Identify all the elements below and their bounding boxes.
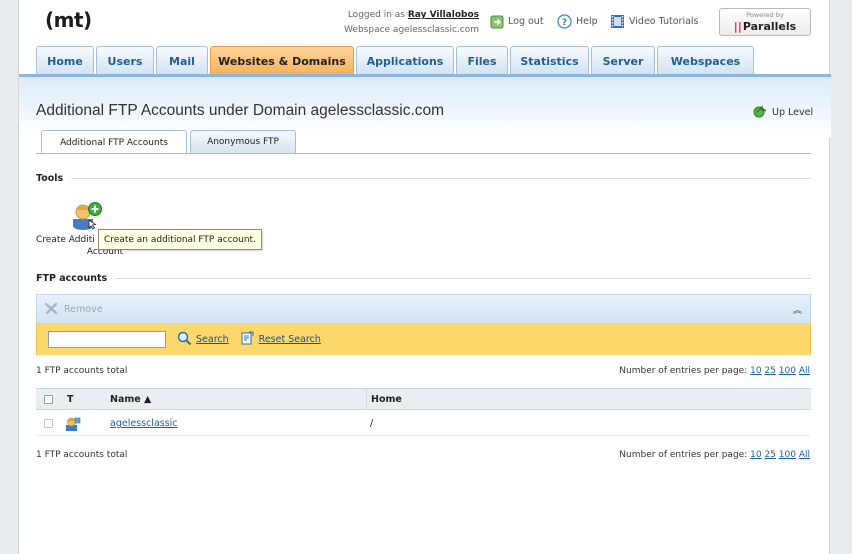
parallels-badge[interactable]: Powered by ||Parallels: [719, 8, 811, 36]
tab-server-label: Server: [602, 54, 644, 68]
entries-label-top: Number of entries per page:: [619, 366, 748, 376]
entries-per-page-bottom: Number of entries per page: 10 25 100 Al…: [619, 450, 810, 460]
tab-users[interactable]: Users: [96, 46, 154, 75]
film-icon: [610, 14, 625, 29]
parallels-label: Parallels: [742, 20, 797, 33]
subtab-anonymous-ftp-label: Anonymous FTP: [207, 137, 279, 147]
entries-100-top[interactable]: 100: [779, 366, 796, 376]
col-type[interactable]: T: [67, 389, 73, 409]
page-title: Additional FTP Accounts under Domain age…: [36, 102, 445, 119]
subtab-additional-ftp-label: Additional FTP Accounts: [60, 137, 168, 148]
total-count-bottom: 1 FTP accounts total: [36, 450, 128, 460]
powered-by-label: Powered by: [746, 11, 784, 19]
tools-rule: [71, 178, 811, 179]
entries-label-bottom: Number of entries per page:: [619, 450, 748, 460]
logout-label: Log out: [508, 16, 544, 27]
tooltip: Create an additional FTP account.: [98, 229, 262, 250]
entries-10-top[interactable]: 10: [750, 366, 761, 376]
tab-files-label: Files: [467, 54, 497, 68]
help-icon: ?: [557, 14, 572, 29]
search-icon: [177, 331, 192, 349]
reset-search-label: Reset Search: [258, 334, 321, 345]
entries-25-top[interactable]: 25: [764, 366, 775, 376]
subtabs: Additional FTP Accounts Anonymous FTP: [41, 130, 299, 154]
video-tutorials-link[interactable]: Video Tutorials: [610, 14, 699, 29]
tab-webspaces[interactable]: Webspaces: [657, 46, 754, 75]
user-link[interactable]: Ray Villalobos: [408, 10, 479, 20]
tab-users-label: Users: [107, 54, 143, 68]
tab-mail[interactable]: Mail: [156, 46, 208, 75]
tab-server[interactable]: Server: [591, 46, 655, 75]
ftp-accounts-heading: FTP accounts: [36, 273, 811, 284]
table-row: agelessclassic /: [36, 412, 811, 436]
ftp-account-home: /: [370, 418, 374, 429]
remove-icon: [44, 301, 60, 318]
search-bar: Search Reset Search: [36, 324, 811, 355]
parallels-bars-icon: ||: [733, 20, 742, 33]
ftp-accounts-heading-label: FTP accounts: [36, 273, 108, 284]
ftp-rule: [115, 278, 811, 279]
select-all-cell: [44, 389, 53, 409]
ftp-account-name-link[interactable]: agelessclassic: [110, 412, 178, 435]
remove-button[interactable]: Remove: [44, 301, 103, 318]
main-nav: Home Users Mail Websites & Domains Appli…: [36, 46, 756, 75]
tab-applications-label: Applications: [366, 54, 444, 68]
reset-search-icon: [240, 331, 255, 349]
video-tutorials-label: Video Tutorials: [629, 16, 699, 27]
entries-25-bottom[interactable]: 25: [764, 450, 775, 460]
subtab-anonymous-ftp[interactable]: Anonymous FTP: [190, 130, 296, 153]
logo: (mt): [45, 8, 92, 32]
col-name[interactable]: Name ▲: [110, 389, 151, 409]
search-input[interactable]: [48, 331, 166, 348]
tab-websites-domains[interactable]: Websites & Domains: [210, 46, 354, 75]
entries-10-bottom[interactable]: 10: [750, 450, 761, 460]
col-home[interactable]: Home: [366, 389, 402, 409]
up-level-label: Up Level: [772, 107, 814, 118]
list-toolbar: Remove ︽: [36, 294, 811, 324]
select-all-checkbox[interactable]: [44, 394, 53, 404]
logout-icon: [489, 14, 504, 29]
tab-statistics-label: Statistics: [520, 54, 579, 68]
tools-heading: Tools: [36, 173, 811, 184]
tools-heading-label: Tools: [36, 173, 64, 184]
svg-text:?: ?: [562, 18, 567, 28]
ftp-user-icon: [64, 412, 81, 435]
tab-home-label: Home: [47, 54, 83, 68]
help-label: Help: [576, 16, 598, 27]
tab-mail-label: Mail: [169, 54, 195, 68]
search-button[interactable]: Search: [177, 331, 229, 349]
entries-all-top[interactable]: All: [799, 366, 810, 376]
up-level-link[interactable]: Up Level: [753, 104, 813, 121]
total-count-top: 1 FTP accounts total: [36, 366, 128, 376]
app-frame: (mt) Logged in as Ray Villalobos Webspac…: [18, 0, 831, 554]
tab-home[interactable]: Home: [36, 46, 94, 75]
row-select-cell: [44, 412, 53, 435]
login-info: Logged in as Ray Villalobos Webspace age…: [319, 8, 479, 38]
help-link[interactable]: ? Help: [557, 14, 598, 29]
tab-webspaces-label: Webspaces: [670, 54, 741, 68]
entries-per-page-top: Number of entries per page: 10 25 100 Al…: [619, 366, 810, 376]
tab-statistics[interactable]: Statistics: [510, 46, 589, 75]
remove-label: Remove: [64, 303, 103, 315]
tab-files[interactable]: Files: [456, 46, 508, 75]
logout-link[interactable]: Log out: [489, 14, 544, 29]
tab-websites-domains-label: Websites & Domains: [218, 54, 346, 68]
search-label: Search: [196, 334, 229, 345]
collapse-icon[interactable]: ︽: [793, 303, 802, 316]
subtab-additional-ftp[interactable]: Additional FTP Accounts: [41, 130, 187, 154]
tab-applications[interactable]: Applications: [356, 46, 454, 75]
reset-search-button[interactable]: Reset Search: [240, 331, 321, 349]
row-checkbox[interactable]: [44, 419, 53, 428]
up-level-icon: [753, 104, 769, 121]
table-header: T Name ▲ Home: [36, 388, 811, 410]
subtab-divider: [36, 153, 811, 154]
webspace-label: Webspace agelessclassic.com: [344, 25, 479, 35]
entries-all-bottom[interactable]: All: [799, 450, 810, 460]
entries-100-bottom[interactable]: 100: [779, 450, 796, 460]
logged-in-prefix: Logged in as: [347, 10, 405, 20]
